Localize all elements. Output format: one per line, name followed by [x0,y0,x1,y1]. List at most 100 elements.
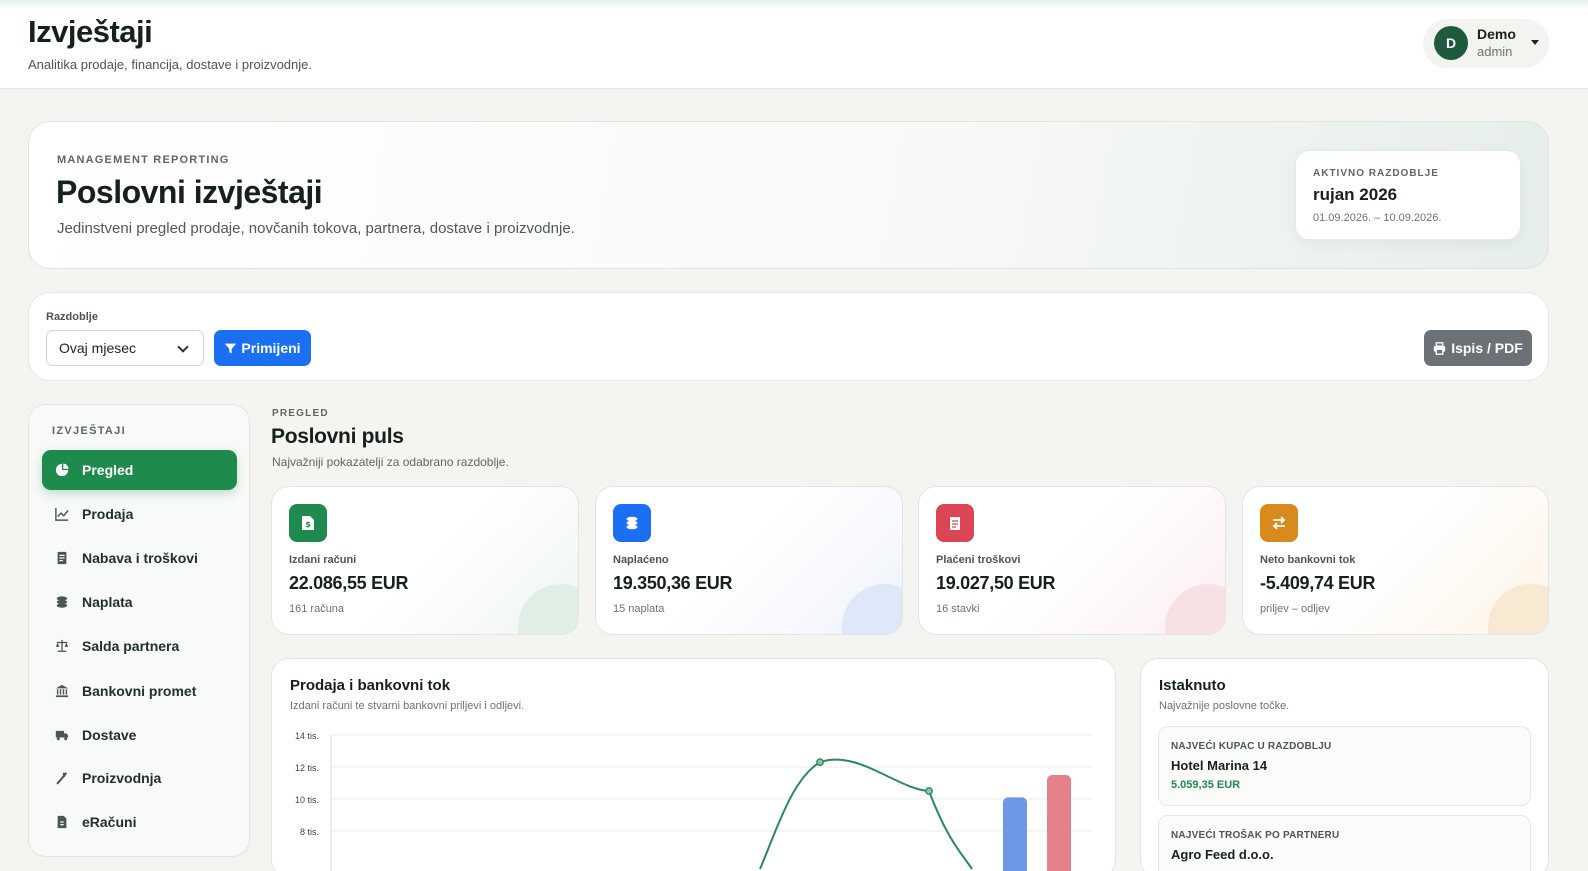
hero-title: Poslovni izvještaji [56,174,323,210]
kpi-card-paid-costs: Plaćeni troškovi 19.027,50 EUR 16 stavki [918,486,1226,635]
filter-icon [225,343,237,353]
tool-icon [55,771,69,785]
caret-down-icon [1531,40,1539,45]
highlight-top-customer: NAJVEĆI KUPAC U RAZDOBLJU Hotel Marina 1… [1158,726,1531,806]
period-select-value: Ovaj mjesec [59,340,137,356]
highlight-label: NAJVEĆI TROŠAK PO PARTNERU [1171,830,1340,841]
kpi-label: Izdani računi [289,554,357,566]
overview-description: Najvažniji pokazatelji za odabrano razdo… [272,455,509,469]
kpi-value: 22.086,55 EUR [289,573,409,593]
period-select[interactable]: Ovaj mjesec [46,330,204,366]
sidebar-item-label: Bankovni promet [82,683,197,699]
page-title: Izvještaji [28,14,153,49]
active-period-label: AKTIVNO RAZDOBLJE [1313,168,1439,179]
print-button-label: Ispis / PDF [1451,340,1523,356]
receipt-icon [55,551,69,565]
sales-line [759,758,973,870]
kpi-subtext: 16 stavki [936,603,980,615]
highlight-label: NAJVEĆI KUPAC U RAZDOBLJU [1171,741,1332,752]
printer-icon [1434,341,1446,355]
print-pdf-button[interactable]: Ispis / PDF [1424,330,1532,366]
data-point [816,758,824,767]
sidebar-item-label: Proizvodnja [82,770,162,786]
user-menu[interactable]: D Demo admin [1423,19,1549,68]
avatar: D [1434,26,1468,60]
apply-button-label: Primijeni [241,340,301,356]
highlights-title: Istaknuto [1159,677,1226,694]
reports-sidebar: IZVJEŠTAJI Pregled Prodaja Nabava i troš… [28,404,250,857]
kpi-decoration [1165,584,1225,634]
kpi-subtext: priljev – odljev [1260,603,1330,615]
sidebar-item-proizvodnja[interactable]: Proizvodnja [42,758,237,798]
kpi-subtext: 161 računa [289,603,345,615]
truck-icon [55,728,69,742]
highlight-name: Hotel Marina 14 [1171,758,1268,773]
sidebar-item-nabava[interactable]: Nabava i troškovi [42,538,237,578]
sidebar-item-label: Pregled [82,462,134,478]
sidebar-item-eracuni[interactable]: eRačuni [42,802,237,842]
hero-description: Jedinstveni pregled prodaje, novčanih to… [57,220,575,237]
highlights-card: Istaknuto Najvažnije poslovne točke. NAJ… [1140,658,1549,871]
kpi-value: 19.350,36 EUR [613,573,733,593]
kpi-card-collected: Naplaćeno 19.350,36 EUR 15 naplata [595,486,903,635]
kpi-label: Plaćeni troškovi [936,554,1021,566]
sidebar-item-dostave[interactable]: Dostave [42,715,237,755]
sidebar-item-pregled[interactable]: Pregled [42,450,237,490]
active-period-range: 01.09.2026. – 10.09.2026. [1313,212,1442,224]
y-tick-label: 10 tis. [295,795,319,805]
apply-button[interactable]: Primijeni [214,330,311,366]
line-chart-icon [55,507,69,521]
top-bar: Izvještaji Analitika prodaje, financija,… [0,0,1588,89]
kpi-label: Neto bankovni tok [1260,554,1356,566]
data-point [925,787,933,795]
coins-icon [613,504,651,542]
sidebar-item-prodaja[interactable]: Prodaja [42,494,237,534]
kpi-decoration [842,584,902,634]
user-name: Demo [1477,26,1516,42]
sidebar-item-label: eRačuni [82,814,137,830]
sidebar-item-label: Dostave [82,727,137,743]
sidebar-item-bankovni-promet[interactable]: Bankovni promet [42,671,237,711]
sidebar-item-salda[interactable]: Salda partnera [42,626,237,666]
y-tick-label: 14 tis. [295,731,319,741]
page-subtitle: Analitika prodaje, financija, dostave i … [28,57,313,72]
filter-bar: Razdoblje Ovaj mjesec Primijeni Ispis / … [28,292,1549,381]
sales-chart: 14 tis. 12 tis. 10 tis. 8 tis. [295,731,1092,871]
y-tick-label: 8 tis. [300,827,319,837]
bar [1003,797,1027,871]
active-period-value: rujan 2026 [1313,185,1398,204]
file-icon [55,815,69,829]
y-tick-label: 12 tis. [295,763,319,773]
pie-chart-icon [55,463,69,477]
coins-icon [55,595,69,609]
hero-banner: MANAGEMENT REPORTING Poslovni izvještaji… [28,121,1549,269]
kpi-decoration [1488,584,1548,634]
kpi-value: -5.409,74 EUR [1260,573,1376,593]
kpi-label: Naplaćeno [613,554,669,566]
highlight-top-cost-partner: NAJVEĆI TROŠAK PO PARTNERU Agro Feed d.o… [1158,815,1531,871]
sidebar-heading: IZVJEŠTAJI [52,425,126,437]
user-role: admin [1477,44,1513,59]
chevron-down-icon [177,341,189,353]
hero-eyebrow: MANAGEMENT REPORTING [57,154,230,166]
invoice-icon: $ [289,504,327,542]
bank-icon [55,684,69,698]
sidebar-item-label: Naplata [82,594,133,610]
period-label: Razdoblje [46,311,98,323]
sales-bank-flow-chart-card: Prodaja i bankovni tok Izdani računi te … [271,658,1116,871]
receipt-icon [936,504,974,542]
sidebar-item-label: Nabava i troškovi [82,550,198,566]
exchange-icon [1260,504,1298,542]
kpi-card-invoices: $ Izdani računi 22.086,55 EUR 161 računa [271,486,579,635]
sidebar-item-naplata[interactable]: Naplata [42,582,237,622]
sidebar-item-label: Prodaja [82,506,134,522]
sidebar-item-label: Salda partnera [82,638,180,654]
highlight-name: Agro Feed d.o.o. [1171,847,1274,862]
svg-text:$: $ [305,520,311,529]
kpi-card-net-bank-flow: Neto bankovni tok -5.409,74 EUR priljev … [1242,486,1549,635]
active-period-card: AKTIVNO RAZDOBLJE rujan 2026 01.09.2026.… [1295,150,1521,240]
kpi-decoration [518,584,578,634]
highlight-value: 5.059,35 EUR [1171,779,1241,791]
scale-icon [55,639,69,653]
bar [1047,775,1071,871]
